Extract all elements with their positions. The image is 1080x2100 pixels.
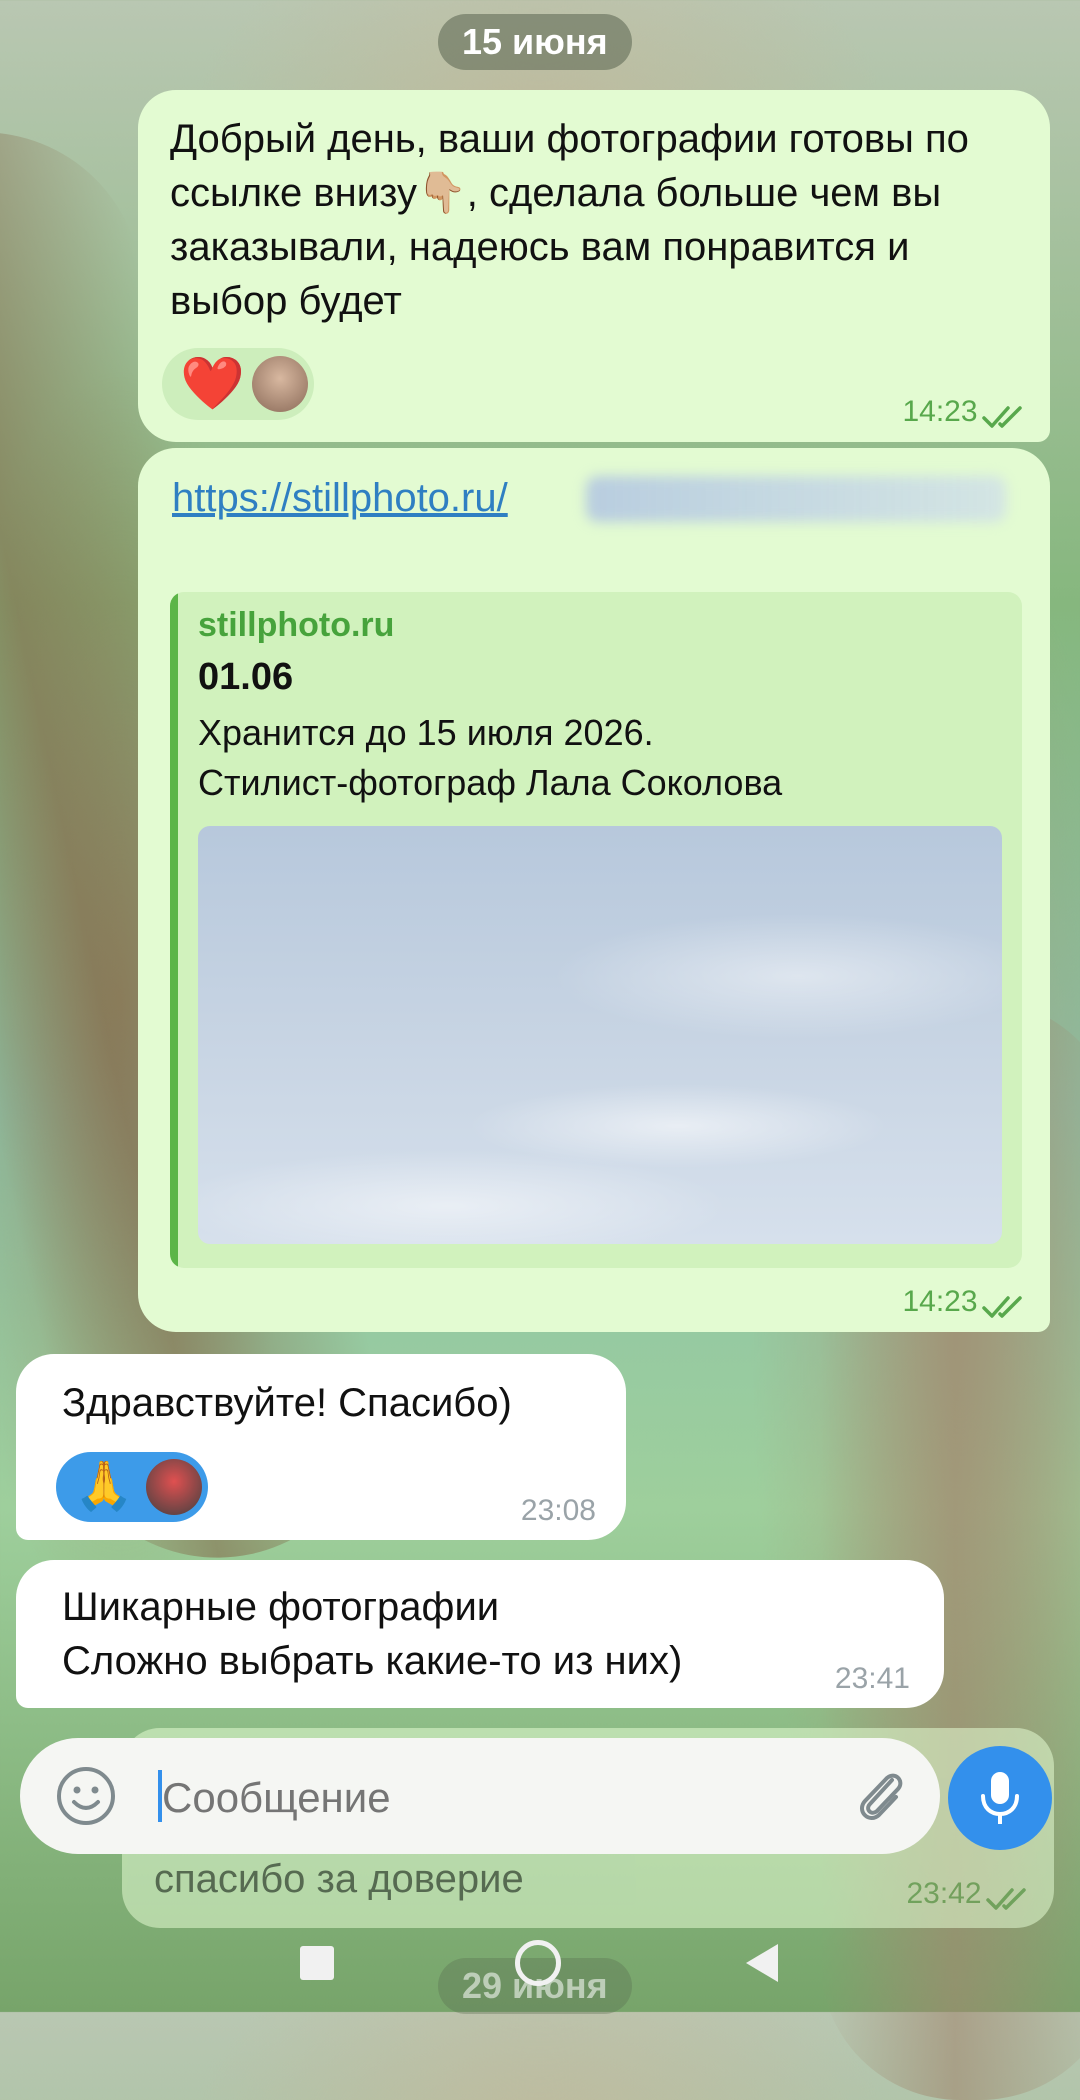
pray-reaction[interactable]: 🙏 [74,1460,134,1514]
message-input[interactable] [160,1772,705,1824]
message-meta: 14:23 [902,395,1028,430]
system-nav-bar [0,1920,1080,2012]
preview-image[interactable] [198,826,1002,1244]
message-line: Сложно выбрать какие-то из них) [62,1639,683,1683]
message-time: 14:23 [902,395,978,429]
preview-site-name: stillphoto.ru [198,606,395,644]
attach-icon[interactable] [848,1762,914,1830]
reactor-avatar [146,1459,202,1515]
message-link[interactable]: https://stillphoto.ru/ [172,470,508,526]
date-header: 15 июня [438,14,632,70]
mic-icon [981,1772,1019,1824]
message-meta: 23:08 [521,1494,596,1528]
message-text: спасибо за доверие [154,1857,524,1901]
message-text: Шикарные фотографии Сложно выбрать какие… [62,1580,682,1688]
outgoing-link-message[interactable]: https://stillphoto.ru/ stillphoto.ru 01.… [138,448,1050,1332]
incoming-message[interactable]: Шикарные фотографии Сложно выбрать какие… [16,1560,944,1708]
blurred-link-part [586,476,1006,522]
message-meta: 23:41 [835,1662,910,1696]
reactor-avatar [252,356,308,412]
link-preview[interactable]: stillphoto.ru 01.06 Хранится до 15 июля … [170,592,1022,1268]
preview-title: 01.06 [198,656,294,698]
outgoing-message[interactable]: Добрый день, ваши фотографии готовы по с… [138,90,1050,442]
nav-recents-icon[interactable] [300,1946,334,1980]
message-line: Шикарные фотографии [62,1585,500,1629]
preview-accent-bar [170,592,178,1268]
message-composer [20,1738,940,1854]
message-meta: 23:42 [906,1877,1032,1912]
nav-home-icon[interactable] [515,1940,561,1986]
message-text: Добрый день, ваши фотографии готовы по с… [170,117,969,323]
message-time: 23:42 [906,1877,982,1911]
message-text: Здравствуйте! Спасибо) [62,1381,512,1425]
preview-description: Хранится до 15 июля 2026. Стилист-фотогр… [198,708,998,808]
emoji-icon[interactable] [54,1764,118,1828]
message-meta: 14:23 [902,1285,1028,1320]
reactions[interactable]: ❤️ [162,348,314,420]
reactions[interactable]: 🙏 [56,1452,208,1522]
message-time: 14:23 [902,1285,978,1319]
double-check-icon [986,1888,1026,1910]
double-check-icon [982,1296,1022,1318]
preview-description-line: Стилист-фотограф Лала Соколова [198,762,783,803]
mic-button[interactable] [948,1746,1052,1850]
double-check-icon [982,406,1022,428]
incoming-message[interactable]: Здравствуйте! Спасибо) 🙏 23:08 [16,1354,626,1540]
nav-back-icon[interactable] [746,1944,778,1982]
heart-reaction[interactable]: ❤️ [180,354,245,414]
message-time: 23:41 [834,1662,910,1695]
preview-description-line: Хранится до 15 июля 2026. [198,712,654,753]
message-time: 23:08 [520,1494,596,1527]
